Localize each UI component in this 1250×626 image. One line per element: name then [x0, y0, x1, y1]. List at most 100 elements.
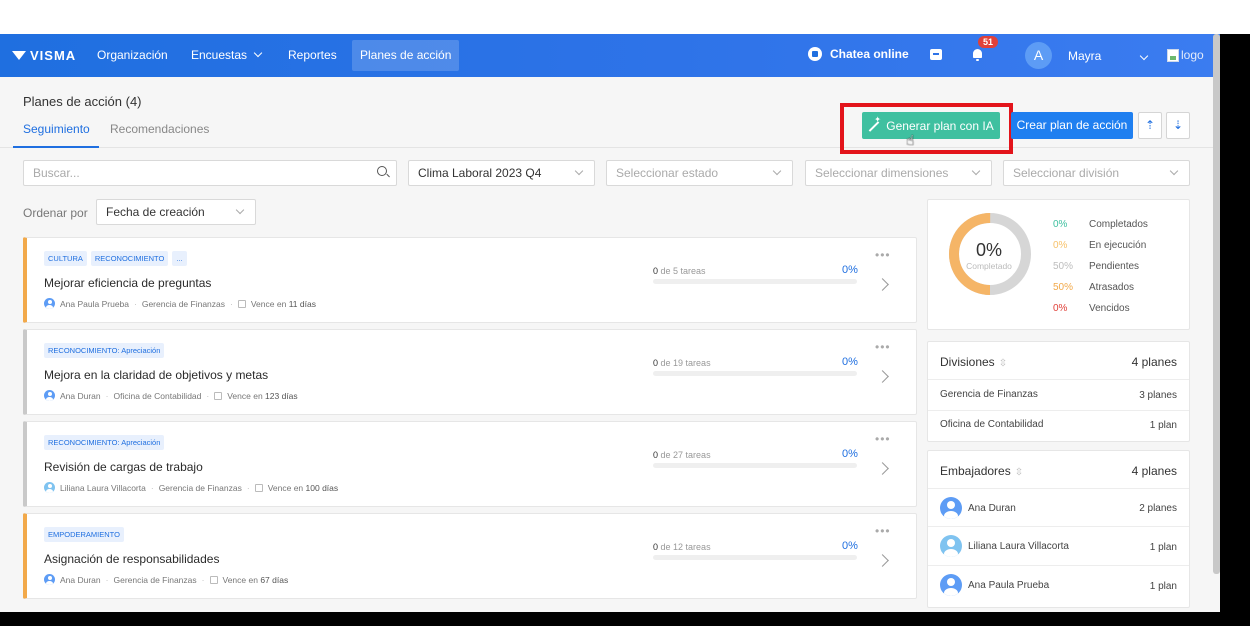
- plan-card[interactable]: CULTURA RECONOCIMIENTO ... Mejorar efici…: [23, 237, 917, 323]
- plan-title: Mejora en la claridad de objetivos y met…: [44, 368, 269, 382]
- search-input[interactable]: Buscar...: [23, 160, 397, 186]
- highlight-box: [840, 103, 1013, 154]
- plan-tasks-done: 0: [653, 266, 659, 276]
- brand-logo[interactable]: VISMA: [12, 48, 76, 63]
- plan-due: Vence en 67 días: [223, 575, 289, 585]
- survey-select[interactable]: Clima Laboral 2023 Q4: [408, 160, 595, 186]
- hand-cursor-icon: ☝: [906, 132, 915, 148]
- brand-name: VISMA: [30, 48, 77, 63]
- more-options-icon[interactable]: •••: [875, 340, 891, 354]
- plan-tasks-total: de 19 tareas: [660, 358, 711, 368]
- chat-online-button[interactable]: Chatea online: [808, 47, 909, 61]
- user-name[interactable]: Mayra: [1068, 49, 1101, 63]
- more-options-icon[interactable]: •••: [875, 248, 891, 262]
- plan-due-prefix: Vence en: [250, 298, 287, 309]
- plan-tag-more[interactable]: ...: [172, 251, 187, 266]
- chat-icon: [808, 47, 822, 61]
- plan-title: Revisión de cargas de trabajo: [44, 460, 203, 474]
- tab-recomendaciones[interactable]: Recomendaciones: [110, 122, 209, 136]
- plan-tasks-done: 0: [653, 450, 659, 460]
- plan-tags: RECONOCIMIENTO: Apreciación: [44, 343, 165, 358]
- upload-icon[interactable]: ⇡: [1138, 112, 1162, 139]
- calendar-icon: [237, 299, 246, 308]
- divisions-panel: Divisiones ⇳ 4 planes Gerencia de Finanza…: [927, 341, 1190, 442]
- plan-division: Gerencia de Finanzas: [113, 574, 197, 585]
- plan-division: Gerencia de Finanzas: [141, 298, 226, 309]
- nav-item-encuestas[interactable]: Encuestas: [191, 34, 263, 77]
- window-scrollbar[interactable]: [1213, 34, 1220, 574]
- state-select[interactable]: Seleccionar estado: [606, 160, 793, 186]
- bell-icon[interactable]: [972, 49, 983, 61]
- calendar-icon: [209, 575, 218, 584]
- plan-due-value: 11 días: [288, 298, 316, 309]
- search-icon: [377, 166, 387, 176]
- chevron-down-icon: [235, 205, 245, 215]
- plan-percent: 0%: [842, 540, 858, 552]
- window-bottom-margin: [0, 612, 1250, 626]
- plan-due-prefix: Vence en: [267, 482, 304, 493]
- chevron-right-icon[interactable]: [876, 278, 889, 291]
- ambassador-row: Ana Paula Prueba: [940, 574, 1049, 596]
- assistant-bot-icon[interactable]: [930, 49, 942, 60]
- ambassador-count: 1 plan: [1149, 581, 1177, 592]
- chevron-right-icon[interactable]: [876, 370, 889, 383]
- plan-title: Asignación de responsabilidades: [44, 552, 220, 566]
- tab-seguimiento[interactable]: Seguimiento: [23, 122, 90, 136]
- division-select[interactable]: Seleccionar división: [1003, 160, 1190, 186]
- plan-percent: 0%: [842, 448, 858, 460]
- donut-center: 0% Completado: [949, 240, 1029, 271]
- ambassadors-header[interactable]: Embajadores ⇳: [940, 464, 1023, 478]
- plan-tag: CULTURA: [44, 251, 87, 266]
- user-avatar[interactable]: A: [1025, 42, 1052, 69]
- plan-card[interactable]: RECONOCIMIENTO: Apreciación Revisión de …: [23, 421, 917, 507]
- create-plan-button[interactable]: Crear plan de acción: [1011, 112, 1133, 139]
- divisions-header[interactable]: Divisiones ⇳: [940, 355, 1007, 369]
- nav-item-planes-de-accion[interactable]: Planes de acción: [352, 40, 460, 71]
- sort-icon: ⇳: [1014, 467, 1024, 478]
- more-options-icon[interactable]: •••: [875, 524, 891, 538]
- visma-logo-icon: [12, 51, 26, 60]
- sort-select[interactable]: Fecha de creación: [96, 199, 256, 225]
- legend-label: Pendientes: [1089, 261, 1140, 272]
- ambassador-avatar: [940, 535, 962, 557]
- plan-owner: Ana Duran: [60, 390, 101, 401]
- dimensions-select[interactable]: Seleccionar dimensiones: [805, 160, 992, 186]
- plan-percent: 0%: [842, 356, 858, 368]
- nav-item-reportes[interactable]: Reportes: [288, 34, 337, 77]
- donut-center-label: Completado: [966, 261, 1012, 271]
- progress-summary-panel: 0% Completado 0% Completados 0% En ejecuci…: [927, 199, 1190, 330]
- ambassador-avatar: [940, 497, 962, 519]
- plan-due-prefix: Vence en: [222, 574, 258, 585]
- notifications-badge: 51: [978, 36, 999, 48]
- survey-select-value: Clima Laboral 2023 Q4: [418, 166, 542, 180]
- nav-item-organizacion[interactable]: Organización: [97, 34, 168, 77]
- owner-avatar: [44, 482, 55, 493]
- plan-tag: RECONOCIMIENTO: Apreciación: [44, 343, 165, 358]
- legend-pct: 0%: [1053, 240, 1068, 251]
- legend-pct: 50%: [1053, 282, 1074, 293]
- plan-tags: EMPODERAMIENTO: [44, 527, 124, 542]
- plan-card[interactable]: RECONOCIMIENTO: Apreciación Mejora en la…: [23, 329, 917, 415]
- division-name: Gerencia de Finanzas: [940, 389, 1038, 400]
- legend-pct: 0%: [1053, 219, 1068, 230]
- plan-card[interactable]: EMPODERAMIENTO Asignación de responsabil…: [23, 513, 917, 599]
- chevron-right-icon[interactable]: [876, 554, 889, 567]
- plan-due: Vence en 123 días: [227, 391, 297, 401]
- plan-tasks: 0 de 12 tareas: [653, 542, 711, 552]
- plan-due-prefix: Vence en: [227, 390, 263, 401]
- company-logo-alt: logo: [1181, 48, 1204, 62]
- legend-en-ejecucion: 0% En ejecución: [1053, 240, 1146, 251]
- download-icon[interactable]: ⇣: [1166, 112, 1190, 139]
- plan-progress-bar: [653, 555, 857, 560]
- more-options-icon[interactable]: •••: [875, 432, 891, 446]
- state-select-placeholder: Seleccionar estado: [616, 166, 719, 180]
- plan-progress-bar: [653, 463, 857, 468]
- division-select-placeholder: Seleccionar división: [1013, 166, 1120, 180]
- user-menu-chevron[interactable]: [1133, 49, 1149, 67]
- plan-meta: Ana Paula Prueba · Gerencia de Finanzas …: [44, 298, 316, 309]
- legend-pct: 50%: [1053, 261, 1074, 272]
- plan-title: Mejorar eficiencia de preguntas: [44, 276, 212, 290]
- ambassadors-panel: Embajadores ⇳ 4 planes Ana Duran 2 planes…: [927, 450, 1190, 608]
- page-title: Planes de acción (4): [23, 94, 142, 109]
- chevron-right-icon[interactable]: [876, 462, 889, 475]
